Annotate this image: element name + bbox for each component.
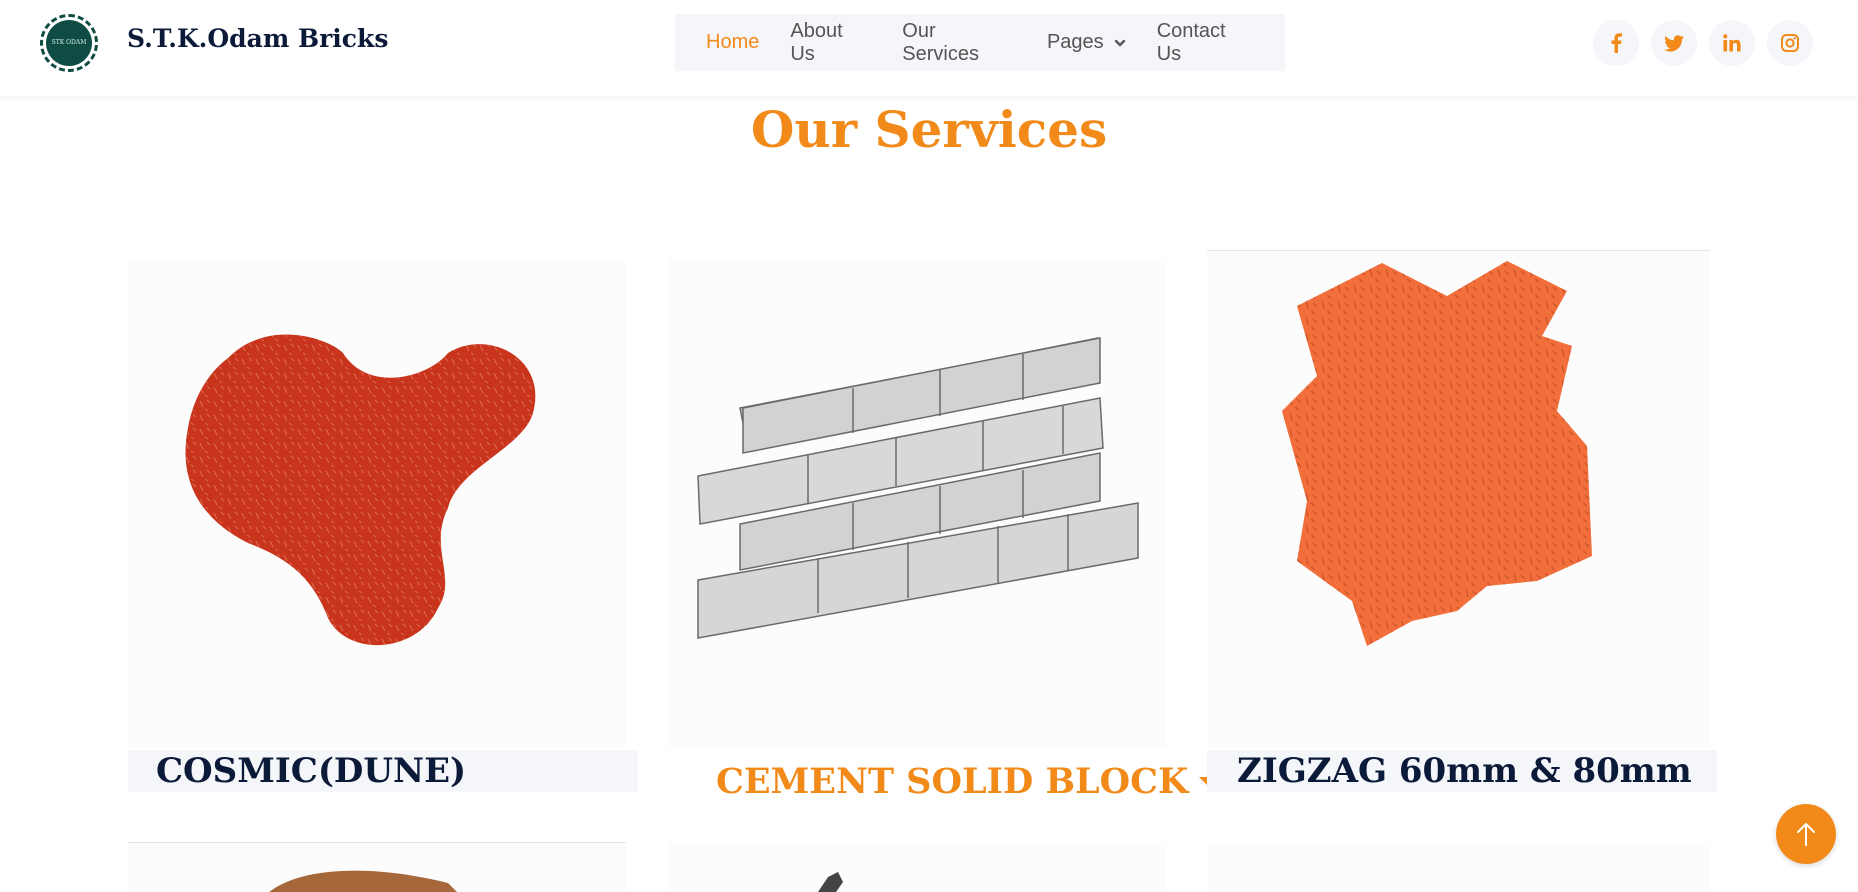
social-links <box>1581 20 1813 66</box>
cement-block-wall-illustration <box>697 337 1139 639</box>
zigzag-paver-illustration <box>1282 261 1592 646</box>
logo[interactable]: STK ODAM <box>40 14 98 72</box>
nav-our-services[interactable]: Our Services <box>902 20 1016 66</box>
facebook-icon[interactable] <box>1593 20 1639 66</box>
dark-tool-illustration <box>818 872 843 892</box>
card-title-cement-solid-block[interactable]: CEMENT SOLID BLOCK <box>716 761 1218 802</box>
card-title-cosmic-dune[interactable]: COSMIC(DUNE) <box>156 751 466 791</box>
product-image-cement-solid-block[interactable] <box>668 258 1166 748</box>
site-header: STK ODAM S.T.K.Odam Bricks Home About Us… <box>0 0 1858 96</box>
linkedin-icon[interactable] <box>1709 20 1755 66</box>
card-title-cement-label: CEMENT SOLID BLOCK <box>716 761 1189 802</box>
twitter-icon[interactable] <box>1651 20 1697 66</box>
nav-pages[interactable]: Pages <box>1047 31 1126 54</box>
section-title: Our Services <box>750 100 1108 159</box>
instagram-icon[interactable] <box>1767 20 1813 66</box>
brand-name[interactable]: S.T.K.Odam Bricks <box>127 24 388 53</box>
main-nav: Home About Us Our Services Pages Contact… <box>675 14 1285 71</box>
round-paver-illustration <box>269 870 457 892</box>
nav-contact-us[interactable]: Contact Us <box>1157 20 1254 66</box>
chevron-down-icon <box>1114 39 1125 47</box>
cosmic-paver-illustration <box>185 334 536 646</box>
nav-home[interactable]: Home <box>706 31 759 54</box>
logo-ring: STK ODAM <box>40 14 98 72</box>
arrow-up-icon <box>1797 823 1815 846</box>
product-image-zigzag[interactable] <box>1207 250 1710 748</box>
product-image-next-row-1[interactable] <box>128 842 626 892</box>
nav-about-us[interactable]: About Us <box>790 20 871 66</box>
logo-text: STK ODAM <box>46 20 92 66</box>
card-title-zigzag[interactable]: ZIGZAG 60mm & 80mm <box>1237 751 1692 791</box>
back-to-top-button[interactable] <box>1776 804 1836 864</box>
product-image-next-row-2[interactable] <box>668 842 1166 892</box>
product-image-cosmic-dune[interactable] <box>128 258 626 748</box>
nav-pages-label: Pages <box>1046 31 1104 53</box>
product-image-next-row-3[interactable] <box>1207 842 1710 892</box>
